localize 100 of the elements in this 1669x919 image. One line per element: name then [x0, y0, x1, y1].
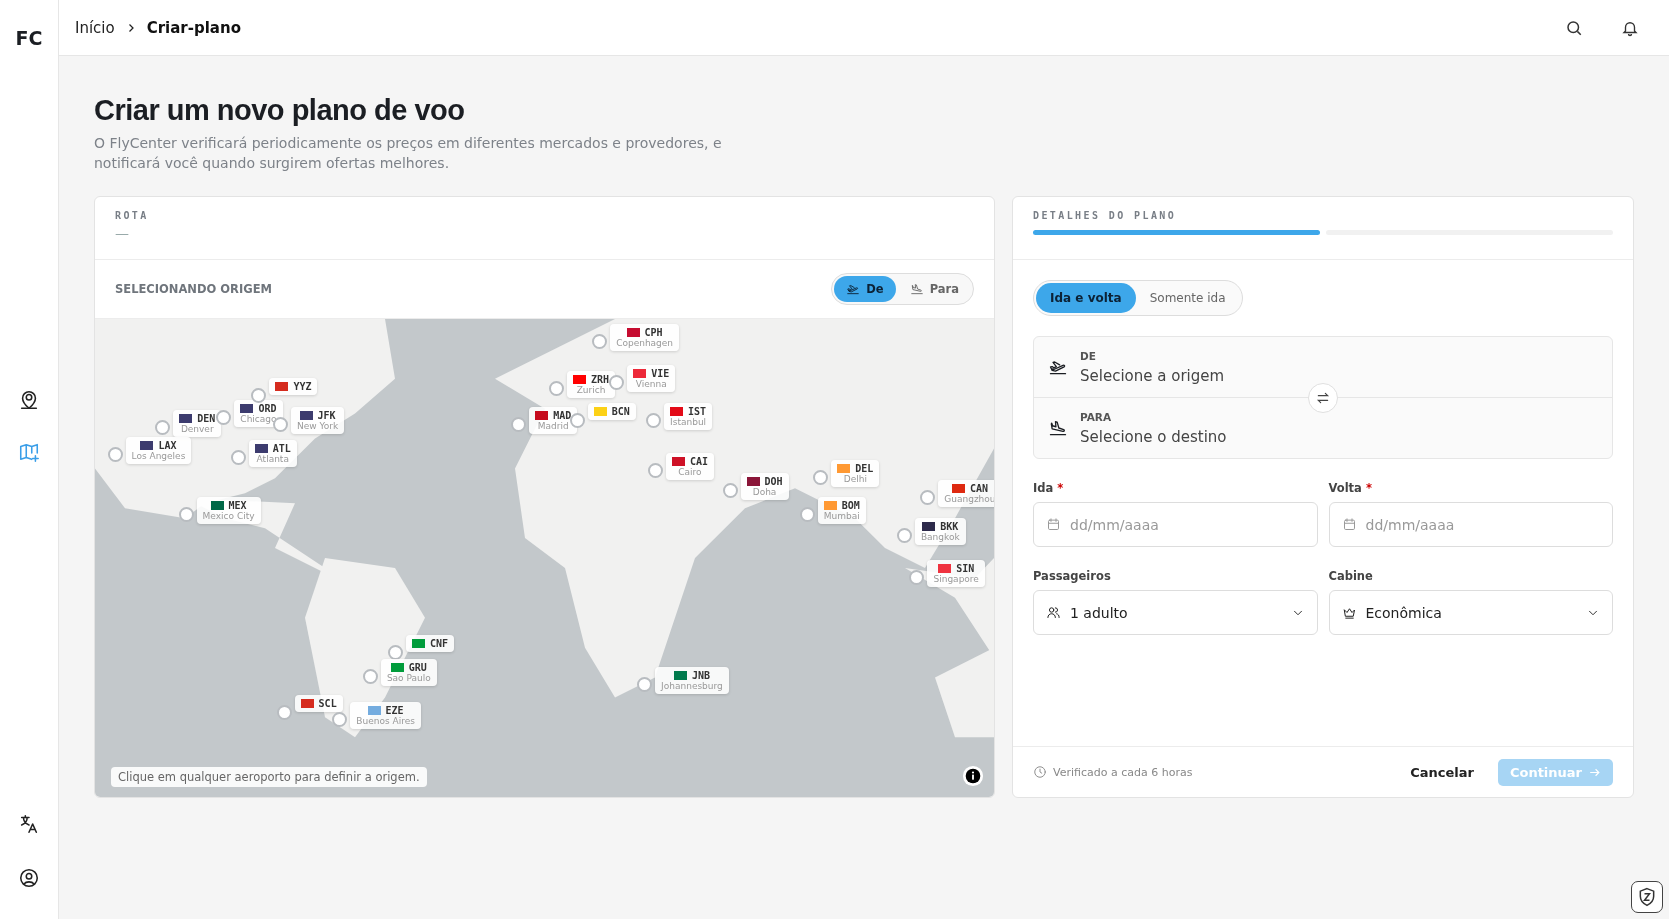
airport-label[interactable]: LAX Los Angeles	[125, 437, 192, 465]
plane-landing-icon	[909, 282, 924, 296]
airport-code: CPH	[644, 327, 663, 339]
airport-label[interactable]: BOM Mumbai	[817, 497, 866, 525]
trip-type-tab[interactable]: Ida e volta	[1036, 283, 1136, 313]
airport-code: EZE	[385, 705, 404, 717]
direction-tab[interactable]: Para	[897, 276, 971, 302]
field-label: DE	[1080, 349, 1097, 362]
airport-code: LAX	[158, 440, 177, 452]
airport-label[interactable]: EZE Buenos Aires	[350, 702, 421, 730]
people-icon	[1046, 605, 1061, 620]
translate-icon[interactable]	[18, 813, 40, 835]
section-label: ROTA	[115, 210, 150, 221]
airport-city: Singapore	[933, 573, 979, 584]
field-label: Ida *	[1033, 481, 1065, 495]
page-description: O FlyCenter verificará periodicamente os preços em diferentes mercados e provedores, e notificará você quando surgirem ofertas melhores.	[94, 134, 723, 173]
account-icon[interactable]	[18, 867, 40, 889]
airport-city: Johannesburg	[661, 681, 723, 692]
direction-tab[interactable]: De	[834, 276, 896, 302]
app-logo[interactable]: FC	[15, 27, 43, 49]
airport-city: Denver	[180, 423, 214, 434]
airport-city: Delhi	[843, 474, 867, 485]
airport-code: VIE	[651, 367, 670, 379]
airport-label[interactable]: MEX Mexico City	[196, 497, 261, 525]
airport-city: Mexico City	[202, 511, 255, 522]
airport-code: GRU	[408, 662, 427, 674]
airport-city: Mumbai	[823, 511, 860, 522]
calendar-icon	[1341, 517, 1357, 532]
shield-logo-icon[interactable]	[1631, 881, 1663, 913]
airport-label[interactable]: CPH Copenhagen	[610, 324, 680, 352]
airport-city: Bangkok	[920, 531, 960, 542]
map-hint: Clique em qualquer aeroporto para definir a origem.	[111, 767, 427, 787]
search-icon[interactable]	[1565, 18, 1583, 37]
airport-code: IST	[688, 406, 707, 418]
airport-city: Buenos Aires	[356, 716, 415, 727]
airport-city: Atlanta	[256, 453, 289, 464]
cancel-button[interactable]: Cancelar	[1406, 760, 1478, 784]
airport-label[interactable]: ZRH Zurich	[567, 371, 616, 399]
page-title: Criar um novo plano de voo	[94, 94, 466, 127]
origin-field[interactable]: DE Selecione a origem	[1034, 337, 1612, 397]
crown-icon	[1341, 605, 1357, 620]
airport-label[interactable]: BCN	[587, 403, 636, 421]
clock-icon	[1033, 765, 1047, 779]
airport-label[interactable]: DEN Denver	[173, 409, 222, 437]
field-label: Volta *	[1328, 481, 1373, 495]
field-placeholder: Selecione o destino	[1080, 427, 1227, 446]
airport-code: MAD	[553, 409, 572, 421]
airport-city: Zurich	[576, 385, 606, 396]
airport-code: YYZ	[293, 381, 312, 393]
airport-label[interactable]: CAN Guangzhou	[938, 479, 994, 507]
airport-code: ZRH	[591, 374, 610, 386]
field-label: Cabine	[1328, 569, 1374, 583]
route-value: —	[115, 225, 130, 241]
airport-city: Chicago	[240, 413, 277, 424]
select-field[interactable]: 1 adulto	[1033, 590, 1318, 635]
breadcrumb-link[interactable]: Início	[75, 18, 115, 37]
airport-city: Istanbul	[670, 417, 707, 428]
airport-code: ATL	[272, 442, 291, 454]
airport-label[interactable]: JFK New York	[291, 406, 345, 434]
calendar-icon	[1046, 517, 1061, 532]
airport-city: New York	[297, 420, 339, 431]
airport-label[interactable]: YYZ	[269, 378, 318, 396]
swap-button[interactable]	[1308, 382, 1338, 413]
airport-code: MEX	[228, 500, 247, 512]
field-placeholder: Selecione a origem	[1080, 366, 1225, 385]
airport-code: CAN	[969, 482, 988, 494]
airport-label[interactable]: IST Istanbul	[664, 403, 713, 431]
airport-code: ORD	[258, 402, 277, 414]
map-plus-icon[interactable]	[18, 441, 40, 463]
info-icon[interactable]	[962, 765, 984, 787]
field-label: PARA	[1080, 410, 1113, 423]
airport-code: BKK	[940, 520, 959, 532]
airport-label[interactable]: VIE Vienna	[627, 364, 676, 392]
airport-label[interactable]: GRU Sao Paulo	[380, 659, 437, 687]
airport-label[interactable]: JNB Johannesburg	[655, 667, 729, 695]
airport-code: CAI	[689, 455, 708, 467]
airport-code: JFK	[317, 409, 336, 421]
airport-city: Guangzhou	[944, 493, 994, 504]
plane-takeoff-icon	[846, 282, 861, 296]
field-label: Passageiros	[1033, 569, 1112, 583]
select-field[interactable]: Econômica	[1328, 590, 1613, 635]
section-label: DETALHES DO PLANO	[1033, 210, 1178, 221]
check-frequency-note: Verificado a cada 6 horas	[1053, 765, 1193, 779]
airport-city: Doha	[752, 486, 777, 497]
airport-code: JNB	[691, 670, 710, 682]
airport-city: Vienna	[635, 378, 667, 389]
airport-city: Los Angeles	[131, 451, 186, 462]
mode-label: SELECIONANDO ORIGEM	[115, 282, 272, 296]
plane-landing-icon	[1048, 418, 1068, 438]
airport-code: DEL	[855, 463, 874, 475]
airport-code: CNF	[430, 638, 449, 650]
airport-code: BCN	[611, 406, 630, 418]
trip-type-tab[interactable]: Somente ida	[1135, 283, 1240, 313]
airport-label[interactable]: DEL Delhi	[831, 460, 880, 488]
airport-label[interactable]: SIN Singapore	[927, 559, 985, 587]
airport-label[interactable]: CNF	[406, 635, 455, 653]
airport-code: DOH	[764, 475, 783, 487]
airport-city: Madrid	[537, 420, 569, 431]
swap-arrows-icon	[1316, 390, 1330, 405]
airport-city: Cairo	[678, 466, 702, 477]
